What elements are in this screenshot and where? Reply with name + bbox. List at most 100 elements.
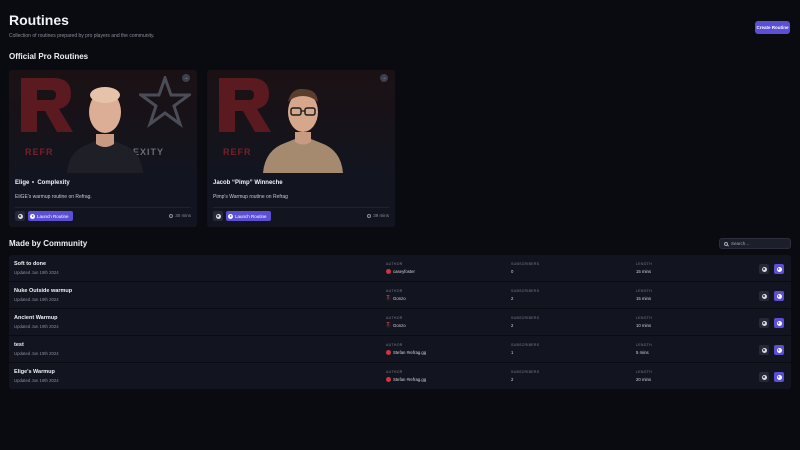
subscribers-label: SUBSCRIBERS xyxy=(511,289,540,293)
gear-icon xyxy=(761,347,767,353)
routine-updated: Updated Jun 19th 2024 xyxy=(14,324,59,329)
settings-button[interactable] xyxy=(759,264,769,274)
author-value[interactable]: Gonzo xyxy=(386,295,406,301)
card-description: EliGE's warmup routine on Refrag. xyxy=(15,194,92,200)
author-value[interactable]: Stefan #refrag.gg xyxy=(386,350,426,355)
author-label: AUTHOR xyxy=(386,343,403,347)
card-hero-image: REFR → xyxy=(207,70,395,173)
avatar xyxy=(386,295,391,301)
routine-name[interactable]: test xyxy=(14,342,24,348)
avatar xyxy=(386,377,391,382)
card-divider xyxy=(213,207,389,208)
card-player-name: Elige Complexity xyxy=(15,180,70,186)
search-box[interactable] xyxy=(719,238,791,249)
play-icon xyxy=(776,293,782,299)
length-value: 15 mins xyxy=(636,269,652,274)
list-item[interactable]: Soft to done Updated Jun 19th 2024 AUTHO… xyxy=(9,255,791,282)
subscribers-value: 1 xyxy=(511,350,514,355)
routine-updated: Updated Jun 19th 2024 xyxy=(14,351,59,356)
settings-button[interactable] xyxy=(759,345,769,355)
author-value[interactable]: caseyfoster xyxy=(386,269,415,274)
author-value[interactable]: Gonzo xyxy=(386,322,406,328)
subscribers-label: SUBSCRIBERS xyxy=(511,370,540,374)
search-input[interactable] xyxy=(731,241,789,246)
hero-brand-text: REFR xyxy=(223,147,252,157)
settings-button[interactable] xyxy=(15,211,25,221)
settings-button[interactable] xyxy=(759,372,769,382)
launch-routine-button[interactable] xyxy=(774,318,784,328)
length-label: LENGTH xyxy=(636,262,652,266)
list-item[interactable]: test Updated Jun 19th 2024 AUTHOR Stefan… xyxy=(9,336,791,363)
author-label: AUTHOR xyxy=(386,262,403,266)
play-icon xyxy=(776,320,782,326)
routine-name[interactable]: Elige's Warmup xyxy=(14,369,55,375)
gear-icon xyxy=(761,293,767,299)
search-icon xyxy=(724,241,728,246)
card-hero-image: REFR EXITY → xyxy=(9,70,197,173)
subscribers-value: 2 xyxy=(511,323,514,328)
subscribers-value: 2 xyxy=(511,377,514,382)
launch-routine-button[interactable] xyxy=(774,345,784,355)
play-icon xyxy=(30,213,35,219)
card-description: Pimp's Warmup routine on Refrag xyxy=(213,194,288,200)
launch-routine-button[interactable]: Launch Routine xyxy=(28,211,73,221)
card-player-name: Jacob “Pimp” Winneche xyxy=(213,180,283,186)
settings-button[interactable] xyxy=(759,291,769,301)
gear-icon xyxy=(761,266,767,272)
play-icon xyxy=(776,374,782,380)
routine-duration: 39 mins xyxy=(367,213,389,218)
avatar xyxy=(386,322,391,328)
play-icon xyxy=(776,347,782,353)
settings-button[interactable] xyxy=(213,211,223,221)
clock-icon xyxy=(367,213,372,218)
section-title-pro: Official Pro Routines xyxy=(9,52,89,61)
author-label: AUTHOR xyxy=(386,316,403,320)
card-divider xyxy=(15,207,191,208)
pro-routine-card[interactable]: REFR → Jacob “Pimp” Winneche Pimp's Warm… xyxy=(207,70,395,227)
clock-icon xyxy=(169,213,174,218)
routine-duration: 30 mins xyxy=(169,213,191,218)
page-subtitle: Collection of routines prepared by pro p… xyxy=(9,33,155,39)
list-item[interactable]: Ancient Warmup Updated Jun 19th 2024 AUT… xyxy=(9,309,791,336)
page-title: Routines xyxy=(9,12,69,28)
launch-routine-button[interactable] xyxy=(774,372,784,382)
length-value: 15 mins xyxy=(636,296,652,301)
gear-icon xyxy=(761,320,767,326)
launch-routine-button[interactable]: Launch Routine xyxy=(226,211,271,221)
subscribers-value: 2 xyxy=(511,296,514,301)
play-icon xyxy=(776,266,782,272)
list-item[interactable]: Nuke Outside warmup Updated Jun 19th 202… xyxy=(9,282,791,309)
section-title-community: Made by Community xyxy=(9,239,88,248)
player-portrait xyxy=(263,88,343,173)
launch-routine-button[interactable] xyxy=(774,291,784,301)
length-label: LENGTH xyxy=(636,370,652,374)
arrow-right-icon[interactable]: → xyxy=(380,74,388,82)
author-value[interactable]: Stefan #refrag.gg xyxy=(386,377,426,382)
arrow-right-icon[interactable]: → xyxy=(182,74,190,82)
gear-icon xyxy=(17,213,23,219)
routine-updated: Updated Jun 19th 2024 xyxy=(14,270,59,275)
routine-updated: Updated Jun 19th 2024 xyxy=(14,378,59,383)
length-value: 10 mins xyxy=(636,323,652,328)
settings-button[interactable] xyxy=(759,318,769,328)
launch-routine-button[interactable] xyxy=(774,264,784,274)
create-routine-button[interactable]: Create Routine xyxy=(755,21,790,34)
player-portrait xyxy=(67,87,143,173)
length-label: LENGTH xyxy=(636,343,652,347)
routine-updated: Updated Jun 19th 2024 xyxy=(14,297,59,302)
community-routine-list: Soft to done Updated Jun 19th 2024 AUTHO… xyxy=(9,255,791,390)
play-icon xyxy=(228,213,233,219)
routine-name[interactable]: Nuke Outside warmup xyxy=(14,288,72,294)
routine-name[interactable]: Soft to done xyxy=(14,261,46,267)
avatar xyxy=(386,269,391,274)
list-item[interactable]: Elige's Warmup Updated Jun 19th 2024 AUT… xyxy=(9,363,791,390)
author-label: AUTHOR xyxy=(386,370,403,374)
length-label: LENGTH xyxy=(636,316,652,320)
routine-name[interactable]: Ancient Warmup xyxy=(14,315,58,321)
gear-icon xyxy=(761,374,767,380)
pro-routine-card[interactable]: REFR EXITY → Elige Complexity EliGE's war… xyxy=(9,70,197,227)
length-value: 20 mins xyxy=(636,377,652,382)
subscribers-label: SUBSCRIBERS xyxy=(511,262,540,266)
subscribers-label: SUBSCRIBERS xyxy=(511,343,540,347)
length-value: 5 mins xyxy=(636,350,649,355)
